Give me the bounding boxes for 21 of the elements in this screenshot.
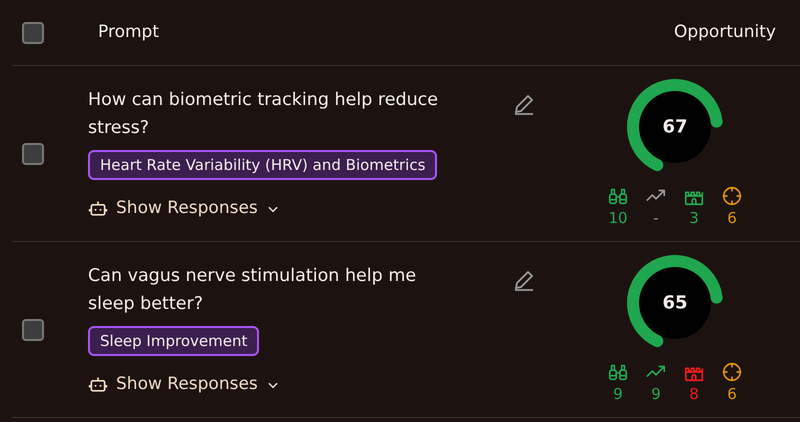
score-value: 65 <box>662 292 688 316</box>
metric-value: 10 <box>608 208 628 230</box>
topic-tag: Heart Rate Variability (HRV) and Biometrics <box>88 150 438 180</box>
metric-value: 8 <box>689 384 699 406</box>
prompt-text: How can biometric tracking help reduce stress? <box>88 88 440 140</box>
show-responses-button[interactable]: Show Responses <box>88 372 458 398</box>
metric-value: 3 <box>689 208 699 230</box>
column-header: Prompt <box>97 20 160 44</box>
row-checkbox[interactable] <box>22 142 44 164</box>
metric-value: 9 <box>651 384 661 406</box>
select-all-checkbox[interactable] <box>22 22 44 44</box>
score-value: 67 <box>662 116 688 140</box>
prompt-text: Can vagus nerve stimulation help me sleep better? <box>88 264 418 316</box>
topic-tag: Sleep Improvement <box>88 326 260 356</box>
metric-value: 6 <box>727 384 737 406</box>
metric-value: 9 <box>613 384 623 406</box>
metric-value: 6 <box>727 208 737 230</box>
column-header: Opportunity <box>674 20 776 44</box>
metric-value: - <box>653 208 659 230</box>
row-checkbox[interactable] <box>22 318 44 340</box>
show-responses-button[interactable]: Show Responses <box>88 196 458 222</box>
